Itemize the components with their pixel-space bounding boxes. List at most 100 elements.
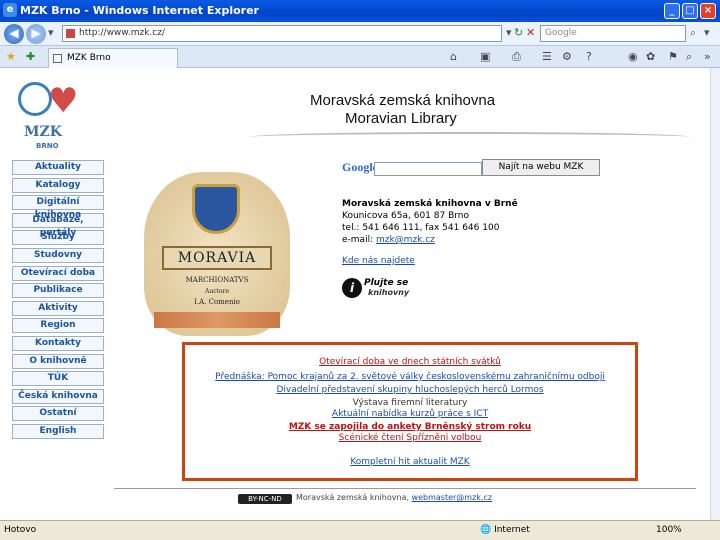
help-icon[interactable]: ?	[586, 50, 592, 63]
research-icon[interactable]: ◉	[628, 50, 638, 63]
feeds-icon[interactable]: ▣	[480, 50, 490, 63]
library-phone: tel.: 541 646 111, fax 541 646 100	[342, 223, 500, 233]
url-dropdown-icon[interactable]: ▾	[506, 26, 512, 39]
zoom-level[interactable]: 100%	[656, 525, 682, 535]
site-search-button[interactable]: Najít na webu MZK	[482, 159, 600, 176]
logo-text: MZK	[24, 124, 62, 140]
news-item: Výstava firemní literatury	[352, 398, 468, 408]
stop-icon[interactable]: ✕	[526, 26, 535, 39]
close-button[interactable]: ×	[700, 3, 716, 19]
site-favicon-icon	[66, 29, 75, 38]
menu-item[interactable]: Katalogy	[12, 177, 104, 193]
tab-bar: ★ ✚ MZK Brno ⌂ ▣ ⎙ ☰ ⚙ ? ◉ ✿ ⚑ ⌕ »	[0, 46, 720, 68]
url-field[interactable]: http://www.mzk.cz/	[62, 25, 502, 42]
main-menu: Aktuality Katalogy Digitální knihovnaDatab…	[12, 160, 104, 442]
contact-block: Moravská zemská knihovna v Brně Kounicov…	[342, 198, 642, 246]
status-text: Hotovo	[4, 525, 37, 535]
history-dropdown-icon[interactable]: ▾	[48, 26, 54, 39]
page-menu-icon[interactable]: ☰	[542, 50, 552, 63]
print-icon[interactable]: ⎙	[512, 50, 521, 64]
menu-item[interactable]: Digitální knihovna	[12, 195, 104, 220]
more-icon[interactable]: »	[704, 50, 711, 63]
map-line1: MARCHIONATVS	[185, 276, 249, 284]
tab-mzk[interactable]: MZK Brno	[48, 48, 178, 68]
email-link[interactable]: mzk@mzk.cz	[376, 235, 435, 245]
window-title: MZK Brno - Windows Internet Explorer	[20, 4, 259, 17]
menu-item[interactable]: Aktuality	[12, 160, 104, 175]
menu-item[interactable]: English	[12, 423, 104, 439]
tool-icon[interactable]: ⚑	[668, 50, 678, 63]
iplay-badge[interactable]: i Plujte se knihovny	[342, 276, 412, 300]
email-label: e-mail:	[342, 235, 376, 245]
menu-item[interactable]: Databáze, portály	[12, 212, 104, 238]
find-icon[interactable]: ⌕	[686, 50, 692, 64]
header-swoosh	[250, 132, 690, 142]
minimize-button[interactable]: _	[664, 3, 680, 19]
site-title-en: Moravian Library	[345, 110, 457, 127]
footer-text: Moravská zemská knihovna, webmaster@mzk.…	[296, 493, 492, 502]
moravia-map-image[interactable]: MORAVIA MARCHIONATVS Auctore I.A. Comeni…	[144, 172, 290, 336]
news-item[interactable]: Přednáška: Pomoc krajanů za 2. světové v…	[185, 372, 635, 383]
footer-email-link[interactable]: webmaster@mzk.cz	[412, 493, 493, 502]
zone-label: Internet	[494, 525, 530, 535]
favorites-star-icon[interactable]: ★	[6, 50, 16, 63]
library-street: Kounicova 65a, 601 87 Brno	[342, 211, 469, 221]
security-zone: 🌐 Internet	[480, 525, 530, 535]
menu-item[interactable]: Otevírací doba	[12, 265, 104, 281]
maximize-button[interactable]: □	[682, 3, 698, 19]
iplay-text2: knihovny	[368, 288, 410, 297]
search-input[interactable]: Google	[540, 25, 686, 42]
menu-item[interactable]: Aktivity	[12, 300, 104, 316]
menu-item[interactable]: Ostatní	[12, 406, 104, 422]
menu-item[interactable]: TÚK	[12, 371, 104, 387]
addon-icon[interactable]: ✿	[646, 50, 655, 63]
window-titlebar: e MZK Brno - Windows Internet Explorer _…	[0, 0, 720, 22]
menu-item[interactable]: Česká knihovna	[12, 388, 104, 404]
news-item[interactable]: Divadelní představení skupiny hluchoslep…	[185, 385, 635, 396]
address-toolbar: ◀ ▶ ▾ http://www.mzk.cz/ ▾ ↻ ✕ Google ⌕ …	[0, 22, 720, 46]
footer-org: Moravská zemská knihovna,	[296, 493, 412, 502]
news-item[interactable]: Kompletní hit aktualit MZK	[185, 457, 635, 468]
home-icon[interactable]: ⌂	[450, 50, 457, 63]
add-favorite-icon[interactable]: ✚	[26, 50, 35, 63]
menu-item[interactable]: Studovny	[12, 247, 104, 263]
map-line3: I.A. Comenio	[194, 298, 240, 306]
search-options-icon[interactable]: ▾	[704, 26, 710, 39]
map-decoration	[154, 312, 280, 328]
logo-subtext: BRNO	[36, 142, 59, 150]
forward-button[interactable]: ▶	[26, 24, 46, 44]
site-title-cs: Moravská zemská knihovna	[310, 92, 496, 109]
menu-item[interactable]: Kontakty	[12, 335, 104, 351]
find-us-link[interactable]: Kde nás najdete	[342, 256, 415, 266]
menu-item[interactable]: Publikace	[12, 283, 104, 299]
site-search-input[interactable]	[374, 162, 482, 176]
tools-gear-icon[interactable]: ⚙	[562, 50, 572, 63]
menu-item[interactable]: O knihovně	[12, 353, 104, 369]
news-item[interactable]: MZK se zapojila do ankety Brněnský strom…	[185, 422, 635, 433]
back-button[interactable]: ◀	[4, 24, 24, 44]
ie-app-icon: e	[3, 3, 17, 17]
url-text: http://www.mzk.cz/	[79, 28, 165, 38]
news-box: Otevírací doba ve dnech státních svátků P…	[182, 342, 638, 481]
mzk-logo[interactable]: ♥ MZK BRNO	[16, 78, 90, 152]
news-item[interactable]: Otevírací doba ve dnech státních svátků	[185, 357, 635, 368]
iplay-text1: Plujte se	[364, 278, 409, 288]
footer-divider	[114, 488, 696, 489]
news-item[interactable]: Aktuální nabídka kurzů práce s ICT	[185, 409, 635, 420]
google-logo: Google	[342, 160, 378, 174]
refresh-icon[interactable]: ↻	[514, 26, 523, 39]
menu-item[interactable]: Region	[12, 318, 104, 334]
status-bar: Hotovo 🌐 Internet 100%	[0, 520, 720, 540]
tab-label: MZK Brno	[67, 53, 111, 63]
info-icon: i	[342, 278, 362, 298]
menu-item[interactable]: Služby	[12, 230, 104, 246]
map-banner: MORAVIA	[162, 246, 272, 270]
library-email-line: e-mail: mzk@mzk.cz	[342, 234, 642, 246]
news-item[interactable]: Scénické čtení Spřízněni volbou	[185, 433, 635, 444]
search-icon[interactable]: ⌕	[690, 26, 696, 40]
vertical-scrollbar[interactable]	[710, 68, 720, 520]
map-line2: Auctore	[205, 288, 229, 295]
cc-license-badge[interactable]: BY-NC-ND	[238, 494, 292, 504]
globe-icon	[18, 82, 52, 116]
heart-icon: ♥	[48, 81, 79, 121]
